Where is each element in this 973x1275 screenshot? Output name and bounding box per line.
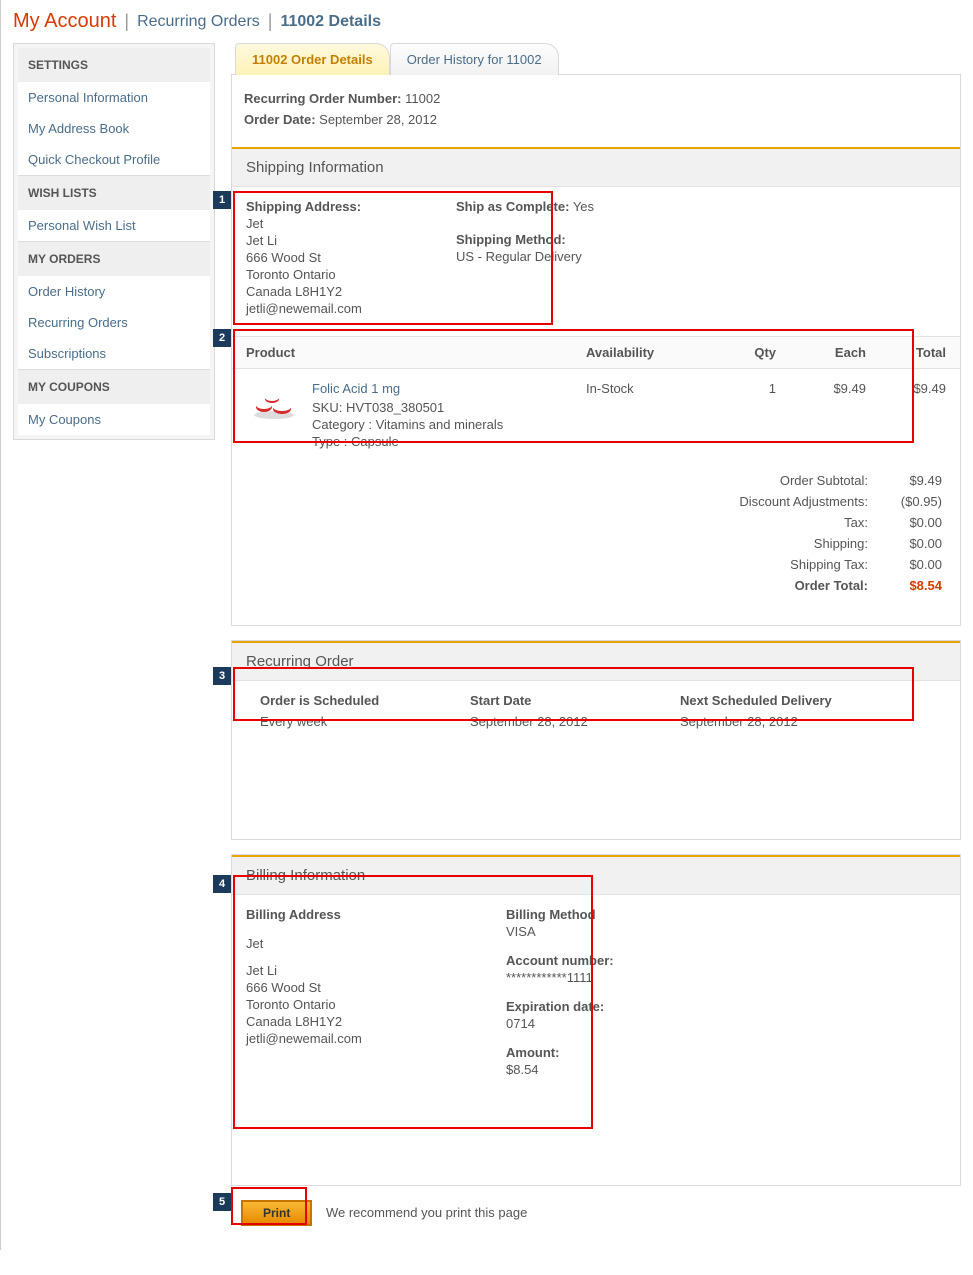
billing-amt-label: Amount: — [506, 1045, 706, 1060]
tab-order-details[interactable]: 11002 Order Details — [235, 43, 390, 75]
billing-acct-value: ************1111 — [506, 970, 706, 985]
billing-exp-value: 0714 — [506, 1016, 706, 1031]
print-button[interactable]: Print — [241, 1200, 312, 1226]
recurring-start-label: Start Date — [470, 693, 650, 708]
shiptax-value: $0.00 — [882, 557, 942, 572]
col-each-header: Each — [776, 345, 866, 360]
recurring-sched-value: Every week — [260, 714, 440, 729]
ship-addr-line: Toronto Ontario — [246, 267, 426, 282]
sidebar-head-orders: MY ORDERS — [18, 241, 210, 276]
product-qty: 1 — [706, 381, 776, 451]
order-date: September 28, 2012 — [319, 112, 437, 127]
sidebar-head-coupons: MY COUPONS — [18, 369, 210, 404]
recurring-next-value: September 28, 2012 — [680, 714, 860, 729]
sidebar-head-settings: SETTINGS — [18, 48, 210, 82]
shipping-address-label: Shipping Address: — [246, 199, 426, 214]
billing-exp-label: Expiration date: — [506, 999, 706, 1014]
sidebar-item-my-coupons[interactable]: My Coupons — [18, 404, 210, 435]
product-total: $9.49 — [866, 381, 946, 451]
callout-5: 5 — [213, 1193, 231, 1211]
product-sku: SKU: HVT038_380501 — [312, 400, 503, 415]
product-row: Folic Acid 1 mg SKU: HVT038_380501 Categ… — [232, 369, 960, 463]
recurring-next-label: Next Scheduled Delivery — [680, 693, 860, 708]
breadcrumb-root[interactable]: My Account — [13, 10, 116, 33]
billing-amt-value: $8.54 — [506, 1062, 706, 1077]
billing-panel: Billing Information Billing Address Jet … — [231, 854, 961, 1186]
ship-addr-line: Canada L8H1Y2 — [246, 284, 426, 299]
bill-addr-line: Toronto Ontario — [246, 997, 446, 1012]
billing-method-value: VISA — [506, 924, 706, 939]
section-billing-title: Billing Information — [232, 855, 960, 895]
ship-method-label: Shipping Method: — [456, 232, 636, 247]
shipping-label: Shipping: — [698, 536, 868, 551]
callout-1: 1 — [213, 191, 231, 209]
breadcrumb: My Account | Recurring Orders | 11002 De… — [13, 10, 961, 33]
billing-address-label: Billing Address — [246, 907, 446, 922]
tabs: 11002 Order Details Order History for 11… — [235, 43, 961, 75]
recurring-panel: Recurring Order Order is Scheduled Every… — [231, 640, 961, 840]
section-shipping-title: Shipping Information — [232, 147, 960, 187]
recurring-sched-label: Order is Scheduled — [260, 693, 440, 708]
sidebar-item-quick-checkout[interactable]: Quick Checkout Profile — [18, 144, 210, 175]
ship-addr-email: jetli@newemail.com — [246, 301, 426, 316]
shiptax-label: Shipping Tax: — [698, 557, 868, 572]
product-availability: In-Stock — [586, 381, 706, 451]
billing-acct-label: Account number: — [506, 953, 706, 968]
callout-2: 2 — [213, 329, 231, 347]
product-category: Category : Vitamins and minerals — [312, 417, 503, 432]
shipping-value: $0.00 — [882, 536, 942, 551]
discount-value: ($0.95) — [882, 494, 942, 509]
billing-method-label: Billing Method — [506, 907, 706, 922]
ship-complete-label: Ship as Complete: — [456, 199, 569, 214]
bill-addr-line: Jet — [246, 936, 446, 951]
tax-label: Tax: — [698, 515, 868, 530]
bill-addr-line: Canada L8H1Y2 — [246, 1014, 446, 1029]
sidebar-item-recurring-orders[interactable]: Recurring Orders — [18, 307, 210, 338]
breadcrumb-level2[interactable]: Recurring Orders — [137, 13, 260, 31]
sidebar-item-personal-wishlist[interactable]: Personal Wish List — [18, 210, 210, 241]
sidebar-item-subscriptions[interactable]: Subscriptions — [18, 338, 210, 369]
recurring-start-value: September 28, 2012 — [470, 714, 650, 729]
product-name-link[interactable]: Folic Acid 1 mg — [312, 381, 503, 396]
sidebar: SETTINGS Personal Information My Address… — [13, 43, 215, 440]
print-hint: We recommend you print this page — [326, 1205, 527, 1220]
ordertotal-value: $8.54 — [882, 578, 942, 593]
product-type: Type : Capsule — [312, 434, 503, 449]
breadcrumb-sep: | — [124, 11, 129, 32]
sidebar-head-wishlists: WISH LISTS — [18, 175, 210, 210]
sidebar-item-order-history[interactable]: Order History — [18, 276, 210, 307]
col-total-header: Total — [866, 345, 946, 360]
ship-method-value: US - Regular Delivery — [456, 249, 636, 264]
bill-addr-line: Jet Li — [246, 963, 446, 978]
callout-4: 4 — [213, 875, 231, 893]
sidebar-item-address-book[interactable]: My Address Book — [18, 113, 210, 144]
order-date-label: Order Date: — [244, 112, 316, 127]
ship-addr-line: 666 Wood St — [246, 250, 426, 265]
product-each: $9.49 — [776, 381, 866, 451]
tax-value: $0.00 — [882, 515, 942, 530]
ship-addr-line: Jet — [246, 216, 426, 231]
col-availability-header: Availability — [586, 345, 706, 360]
bill-addr-line: 666 Wood St — [246, 980, 446, 995]
order-panel: Recurring Order Number: 11002 Order Date… — [231, 74, 961, 626]
breadcrumb-current: 11002 Details — [280, 13, 381, 31]
ship-complete-value: Yes — [573, 199, 594, 214]
bill-addr-email: jetli@newemail.com — [246, 1031, 446, 1046]
tab-order-history[interactable]: Order History for 11002 — [390, 43, 559, 75]
order-number-label: Recurring Order Number: — [244, 91, 401, 106]
section-recurring-title: Recurring Order — [232, 641, 960, 681]
callout-3: 3 — [213, 667, 231, 685]
product-image-icon — [246, 381, 302, 425]
ordertotal-label: Order Total: — [698, 578, 868, 593]
breadcrumb-sep: | — [268, 11, 273, 32]
col-product-header: Product — [246, 345, 586, 360]
col-qty-header: Qty — [706, 345, 776, 360]
sidebar-item-personal-info[interactable]: Personal Information — [18, 82, 210, 113]
subtotal-label: Order Subtotal: — [698, 473, 868, 488]
discount-label: Discount Adjustments: — [698, 494, 868, 509]
order-number: 11002 — [405, 91, 440, 106]
ship-addr-line: Jet Li — [246, 233, 426, 248]
subtotal-value: $9.49 — [882, 473, 942, 488]
